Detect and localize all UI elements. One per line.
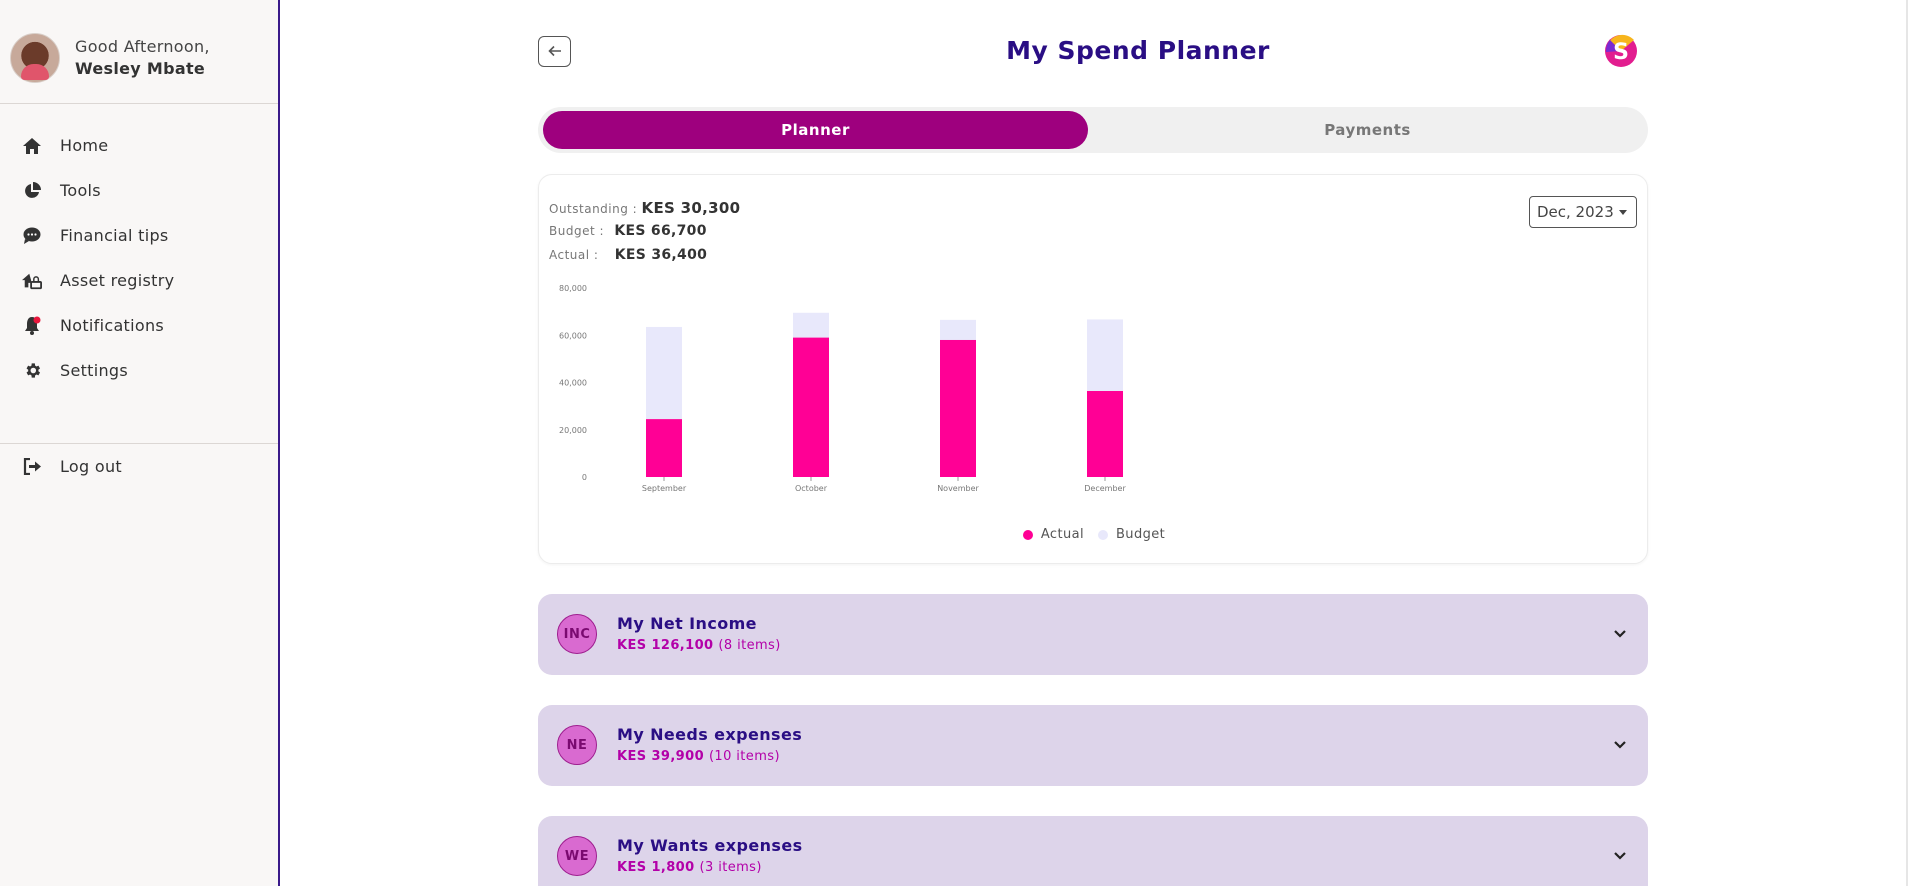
x-tick-label: October	[795, 484, 828, 493]
budget-stat: Budget : KES 66,700	[549, 223, 707, 239]
y-tick-label: 20,000	[559, 426, 587, 435]
sidebar-item-home[interactable]: Home	[0, 123, 278, 168]
tab-planner[interactable]: Planner	[543, 111, 1088, 149]
category-amount: KES 39,900	[617, 749, 705, 764]
house-key-icon	[22, 271, 42, 291]
tab-payments[interactable]: Payments	[1091, 111, 1644, 149]
month-select[interactable]: Dec, 2023	[1529, 196, 1637, 228]
sidebar-nav: Home Tools Financial tips Asset registry…	[0, 123, 278, 393]
logout-button[interactable]: Log out	[0, 443, 278, 489]
logout-icon	[22, 456, 42, 476]
category-amount: KES 1,800	[617, 860, 695, 875]
outstanding-label: Outstanding :	[549, 202, 638, 216]
legend-item-budget: Budget	[1097, 527, 1166, 542]
gear-icon	[22, 361, 42, 381]
category-item-count: (10 items)	[708, 749, 780, 764]
caret-down-icon	[1619, 210, 1627, 215]
y-tick-label: 60,000	[559, 331, 587, 340]
actual-value: KES 36,400	[614, 247, 708, 263]
logout-label: Log out	[60, 456, 122, 476]
category-summary: KES 39,900 (10 items)	[617, 749, 780, 764]
actual-bar	[793, 337, 829, 477]
sidebar-item-label: Home	[60, 136, 109, 155]
actual-bar	[646, 419, 682, 477]
x-tick-label: December	[1084, 484, 1126, 493]
home-icon	[22, 136, 42, 156]
sidebar-item-settings[interactable]: Settings	[0, 348, 278, 393]
chevron-down-icon	[1614, 630, 1626, 638]
page-title: My Spend Planner	[1006, 36, 1270, 65]
sidebar-item-tools[interactable]: Tools	[0, 168, 278, 213]
sidebar: Good Afternoon, Wesley Mbate Home Tools …	[0, 0, 280, 886]
category-title: My Wants expenses	[617, 836, 803, 855]
actual-bar	[940, 339, 976, 477]
x-tick-label: September	[642, 484, 687, 493]
chat-bubble-icon	[22, 226, 42, 246]
bar-chart: 0 20,000 40,000 60,000 80,000 September Octobe…	[559, 284, 1126, 493]
category-item-count: (3 items)	[699, 860, 762, 875]
category-amount: KES 126,100	[617, 638, 714, 653]
brand-logo: S	[1604, 32, 1638, 70]
logo-letter: S	[1613, 40, 1629, 65]
budget-value: KES 66,700	[614, 223, 707, 239]
category-accordion-income[interactable]: INC My Net Income KES 126,100 (8 items)	[538, 594, 1648, 675]
actual-bar	[1087, 391, 1123, 477]
outstanding-value: KES 30,300	[641, 199, 741, 217]
view-tabs: Planner Payments	[538, 107, 1648, 153]
y-tick-label: 0	[582, 473, 587, 482]
budget-label: Budget :	[549, 224, 605, 238]
bell-icon	[22, 316, 42, 336]
y-tick-label: 80,000	[559, 284, 587, 293]
sidebar-item-label: Asset registry	[60, 271, 175, 290]
chevron-down-icon	[1614, 741, 1626, 749]
actual-label: Actual :	[549, 248, 599, 262]
category-accordion-needs[interactable]: NE My Needs expenses KES 39,900 (10 item…	[538, 705, 1648, 786]
sidebar-item-asset-registry[interactable]: Asset registry	[0, 258, 278, 303]
category-badge: WE	[557, 836, 597, 876]
sidebar-divider	[0, 103, 278, 104]
sidebar-item-label: Notifications	[60, 316, 165, 335]
pie-chart-icon	[22, 181, 42, 201]
chevron-down-icon	[1614, 852, 1626, 860]
category-item-count: (8 items)	[718, 638, 781, 653]
category-title: My Needs expenses	[617, 725, 803, 744]
legend-swatch-budget	[1097, 529, 1108, 540]
category-accordion-wants[interactable]: WE My Wants expenses KES 1,800 (3 items)	[538, 816, 1648, 886]
chart-legend: Actual Budget	[539, 527, 1649, 542]
sidebar-item-financial-tips[interactable]: Financial tips	[0, 213, 278, 258]
y-tick-label: 40,000	[559, 379, 587, 388]
legend-swatch-actual	[1022, 529, 1033, 540]
legend-label-budget: Budget	[1115, 527, 1166, 542]
x-tick-label: November	[937, 484, 979, 493]
month-select-value: Dec, 2023	[1537, 203, 1614, 221]
spend-chart-card: Outstanding : KES 30,300 Budget : KES 66…	[538, 174, 1648, 564]
category-badge: INC	[557, 614, 597, 654]
category-title: My Net Income	[617, 614, 757, 633]
sidebar-item-label: Tools	[60, 181, 101, 200]
sidebar-item-label: Settings	[60, 361, 129, 380]
outstanding-stat: Outstanding : KES 30,300	[549, 199, 740, 217]
legend-item-actual: Actual	[1022, 527, 1084, 542]
category-badge: NE	[557, 725, 597, 765]
category-summary: KES 126,100 (8 items)	[617, 638, 781, 653]
sidebar-item-notifications[interactable]: Notifications	[0, 303, 278, 348]
category-summary: KES 1,800 (3 items)	[617, 860, 762, 875]
legend-label-actual: Actual	[1040, 527, 1084, 542]
actual-stat: Actual : KES 36,400	[549, 247, 707, 263]
sidebar-item-label: Financial tips	[60, 226, 169, 245]
